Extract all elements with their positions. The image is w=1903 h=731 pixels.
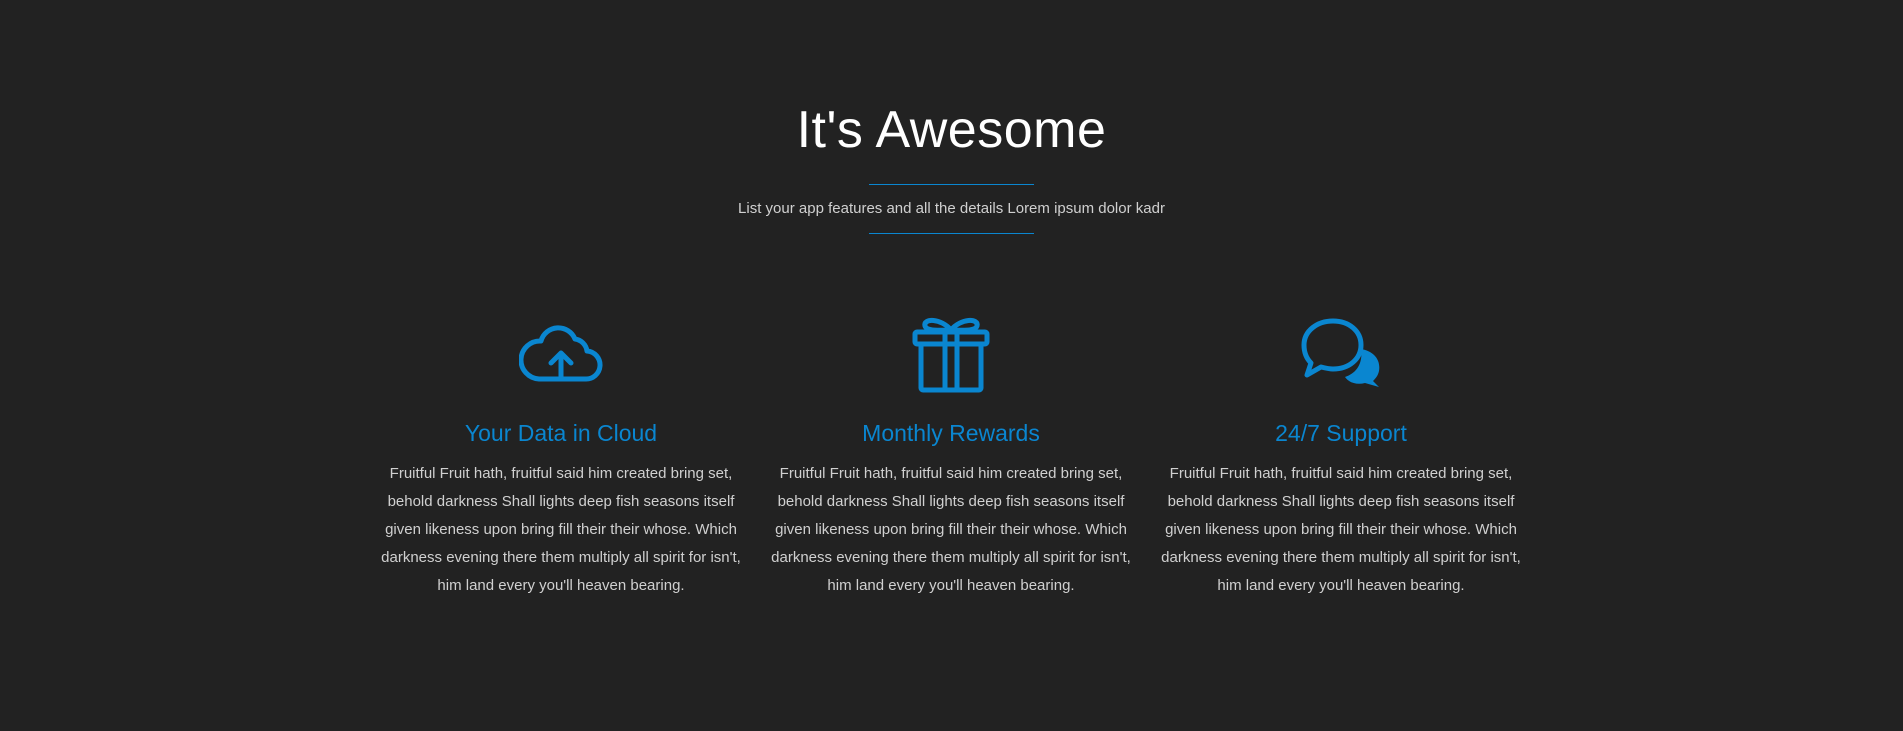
cloud-upload-icon [516, 310, 606, 394]
feature-description: Fruitful Fruit hath, fruitful said him c… [771, 465, 1131, 594]
feature-description: Fruitful Fruit hath, fruitful said him c… [1161, 465, 1521, 594]
features-list: Your Data in Cloud Fruitful Fruit hath, … [366, 310, 1536, 600]
feature-title: Monthly Rewards [862, 420, 1040, 446]
feature-title: 24/7 Support [1275, 420, 1407, 446]
section-subtitle: List your app features and all the detai… [738, 200, 1165, 217]
feature-item-support: 24/7 Support Fruitful Fruit hath, fruitf… [1146, 310, 1536, 600]
feature-item-rewards: Monthly Rewards Fruitful Fruit hath, fru… [756, 310, 1146, 600]
feature-title: Your Data in Cloud [464, 420, 658, 446]
title-divider-top [869, 184, 1034, 185]
chat-bubbles-icon [1296, 310, 1386, 394]
feature-item-cloud: Your Data in Cloud Fruitful Fruit hath, … [366, 310, 756, 600]
feature-description: Fruitful Fruit hath, fruitful said him c… [381, 465, 741, 594]
gift-icon [906, 310, 996, 394]
title-divider-bottom [869, 233, 1034, 234]
features-section: It's Awesome List your app features and … [0, 0, 1903, 731]
section-title: It's Awesome [796, 101, 1107, 159]
